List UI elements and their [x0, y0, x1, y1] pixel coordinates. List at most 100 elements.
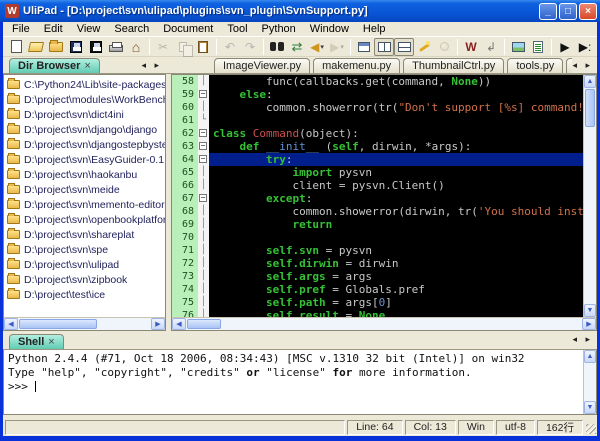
scroll-down-icon[interactable]: ▼: [584, 401, 596, 414]
tree-item[interactable]: D:\project\svn\EasyGuider-0.1: [4, 152, 165, 167]
code-line-58[interactable]: 58│ func(callbacks.get(command, None)): [172, 75, 583, 88]
close-tab-icon[interactable]: ×: [48, 336, 54, 348]
scroll-up-icon[interactable]: ▲: [584, 350, 596, 363]
scroll-left-icon[interactable]: ◀: [4, 318, 18, 330]
code-line-65[interactable]: 65│ import pysvn: [172, 166, 583, 179]
home-icon[interactable]: ⌂: [126, 38, 146, 56]
split-vertical-icon[interactable]: [374, 38, 394, 56]
tree-item[interactable]: D:\project\svn\spe: [4, 242, 165, 257]
shell-output[interactable]: Python 2.4.4 (#71, Oct 18 2006, 08:34:43…: [4, 350, 583, 415]
fold-margin[interactable]: │: [198, 179, 209, 192]
open-folder-icon[interactable]: [46, 38, 66, 56]
close-button[interactable]: ×: [579, 3, 597, 20]
menu-view[interactable]: View: [70, 23, 108, 35]
tree-item[interactable]: D:\project\svn\dict4ini: [4, 107, 165, 122]
copy-icon[interactable]: [173, 38, 193, 56]
wizard-icon[interactable]: [414, 38, 434, 56]
tab-makemenu-py[interactable]: makemenu.py: [313, 58, 400, 73]
script-icon[interactable]: [528, 38, 548, 56]
code-line-66[interactable]: 66│ client = pysvn.Client(): [172, 179, 583, 192]
tree-item[interactable]: C:\Python24\Lib\site-packages\: [4, 77, 165, 92]
menu-help[interactable]: Help: [356, 23, 393, 35]
redo-icon[interactable]: ↷: [240, 38, 260, 56]
code-line-72[interactable]: 72│ self.dirwin = dirwin: [172, 257, 583, 270]
tree-item[interactable]: D:\project\svn\openbookplatfor: [4, 212, 165, 227]
shell-panel[interactable]: Python 2.4.4 (#71, Oct 18 2006, 08:34:43…: [3, 350, 597, 416]
scroll-right-icon[interactable]: ▶: [151, 318, 165, 330]
fold-margin[interactable]: │: [198, 270, 209, 283]
code-line-62[interactable]: 62−class Command(object):: [172, 127, 583, 140]
fold-margin[interactable]: │: [198, 101, 209, 114]
print-icon[interactable]: [106, 38, 126, 56]
cut-icon[interactable]: ✂: [153, 38, 173, 56]
save-icon[interactable]: [66, 38, 86, 56]
title-bar[interactable]: W UliPad - [D:\project\svn\ulipad\plugin…: [0, 0, 600, 22]
fold-margin[interactable]: │: [198, 309, 209, 317]
scroll-thumb[interactable]: [585, 89, 595, 127]
fold-margin[interactable]: −: [198, 127, 209, 140]
code-line-63[interactable]: 63− def __init__ (self, dirwin, *args):: [172, 140, 583, 153]
code-line-68[interactable]: 68│ common.showerror(dirwin, tr('You sho…: [172, 205, 583, 218]
tab-tools-py[interactable]: tools.py: [507, 58, 563, 73]
run-args-icon[interactable]: ▶:: [575, 38, 595, 56]
menu-document[interactable]: Document: [156, 23, 220, 35]
tab-imageviewer-py[interactable]: ImageViewer.py: [214, 58, 310, 73]
code-line-73[interactable]: 73│ self.args = args: [172, 270, 583, 283]
tab-thumbnailctrl-py[interactable]: ThumbnailCtrl.py: [403, 58, 504, 73]
scroll-right-icon[interactable]: ▶: [582, 318, 596, 330]
scroll-thumb[interactable]: [187, 319, 221, 329]
goto-icon[interactable]: ↲: [481, 38, 501, 56]
tree-item[interactable]: D:\project\svn\meide: [4, 182, 165, 197]
split-horizontal-icon[interactable]: [394, 38, 414, 56]
image-library-icon[interactable]: [508, 38, 528, 56]
code-editor[interactable]: 58│ func(callbacks.get(command, None))59…: [171, 74, 597, 331]
code-line-64[interactable]: 64− try:: [172, 153, 583, 166]
tree-item[interactable]: D:\project\svn\memento-editor: [4, 197, 165, 212]
code-line-69[interactable]: 69│ return: [172, 218, 583, 231]
tree-item[interactable]: D:\project\test\ice: [4, 287, 165, 302]
menu-file[interactable]: File: [5, 23, 37, 35]
tree-item[interactable]: D:\project\modules\WorkBench-1: [4, 92, 165, 107]
scroll-up-icon[interactable]: ▲: [584, 75, 596, 88]
maximize-button[interactable]: □: [559, 3, 577, 20]
sidebar-hscrollbar[interactable]: ◀ ▶: [4, 317, 165, 330]
tab-dir-browser[interactable]: Dir Browser×: [9, 58, 100, 73]
new-file-icon[interactable]: [6, 38, 26, 56]
tree-item[interactable]: D:\project\svn\ulipad: [4, 257, 165, 272]
code-line-67[interactable]: 67− except:: [172, 192, 583, 205]
fold-margin[interactable]: −: [198, 192, 209, 205]
fold-margin[interactable]: │: [198, 296, 209, 309]
code-line-61[interactable]: 61└: [172, 114, 583, 127]
go-forward-icon[interactable]: ▶▾: [327, 38, 347, 56]
word-wrap-icon[interactable]: W: [461, 38, 481, 56]
code-line-71[interactable]: 71│ self.svn = pysvn: [172, 244, 583, 257]
fold-margin[interactable]: │: [198, 218, 209, 231]
code-area[interactable]: 58│ func(callbacks.get(command, None))59…: [172, 75, 583, 317]
fold-margin[interactable]: │: [198, 257, 209, 270]
menu-python[interactable]: Python: [255, 23, 303, 35]
tree-item[interactable]: D:\project\svn\haokanbu: [4, 167, 165, 182]
menu-window[interactable]: Window: [303, 23, 356, 35]
fold-margin[interactable]: −: [198, 153, 209, 166]
fold-margin[interactable]: │: [198, 283, 209, 296]
undo-icon[interactable]: ↶: [220, 38, 240, 56]
close-tab-icon[interactable]: ×: [84, 60, 90, 72]
fold-margin[interactable]: │: [198, 75, 209, 88]
panel-tab-scroll-arrows[interactable]: ◂ ▸: [141, 60, 162, 71]
menu-edit[interactable]: Edit: [37, 23, 70, 35]
code-line-74[interactable]: 74│ self.pref = Globals.pref: [172, 283, 583, 296]
fold-margin[interactable]: └: [198, 114, 209, 127]
open-file-icon[interactable]: [26, 38, 46, 56]
replace-icon[interactable]: ⇄: [287, 38, 307, 56]
code-line-76[interactable]: 76│ self.result = None: [172, 309, 583, 317]
scroll-left-icon[interactable]: ◀: [172, 318, 186, 330]
editor-vscrollbar[interactable]: ▲ ▼: [583, 75, 596, 317]
code-line-59[interactable]: 59− else:: [172, 88, 583, 101]
code-line-70[interactable]: 70│: [172, 231, 583, 244]
go-back-icon[interactable]: ◀▾: [307, 38, 327, 56]
tree-item[interactable]: D:\project\svn\django\django: [4, 122, 165, 137]
editor-hscrollbar[interactable]: ◀ ▶: [172, 317, 596, 330]
fold-margin[interactable]: −: [198, 88, 209, 101]
scroll-down-icon[interactable]: ▼: [584, 304, 596, 317]
code-line-75[interactable]: 75│ self.path = args[0]: [172, 296, 583, 309]
